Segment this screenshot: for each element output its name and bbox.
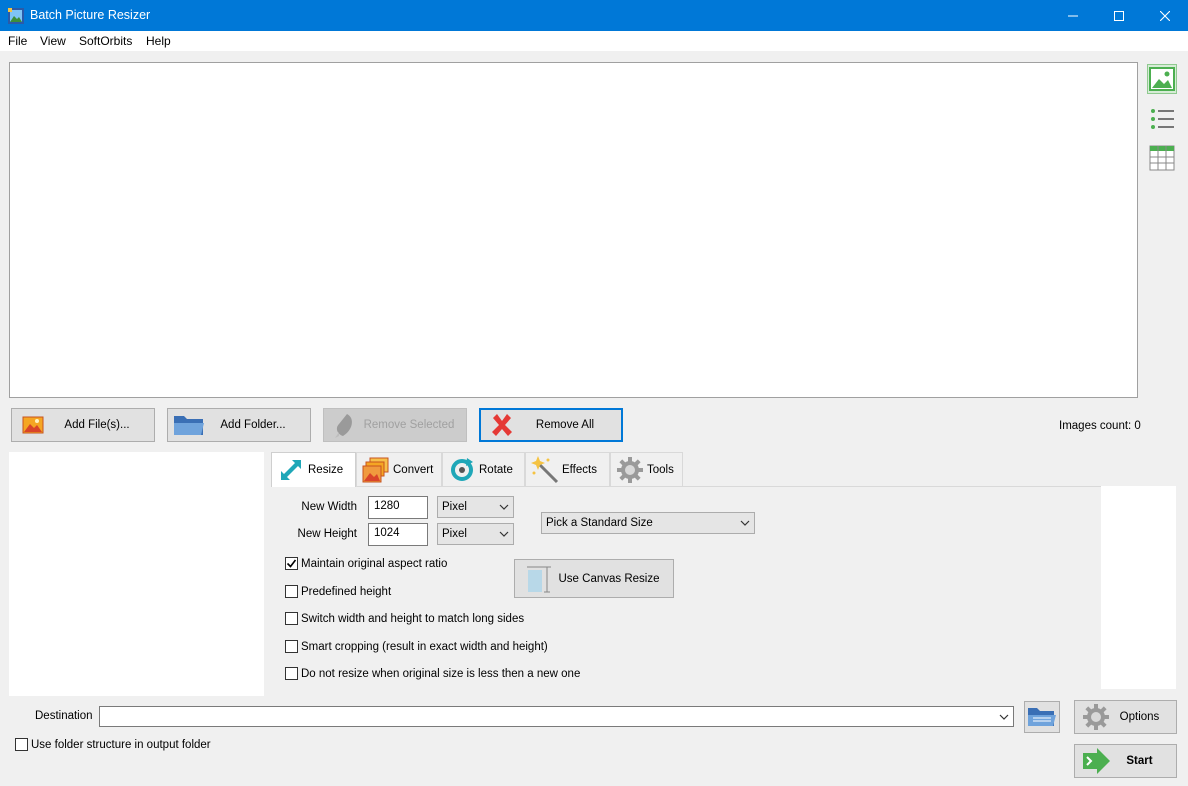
remove-x-icon: [485, 410, 519, 440]
width-unit-select[interactable]: Pixel: [437, 496, 514, 518]
tab-tools[interactable]: Tools: [610, 452, 683, 486]
start-label: Start: [1126, 755, 1153, 767]
standard-size-value: Pick a Standard Size: [546, 517, 653, 529]
eraser-icon: [328, 410, 362, 440]
options-button[interactable]: Options: [1074, 700, 1177, 734]
smart-cropping-checkbox[interactable]: Smart cropping (result in exact width an…: [285, 640, 548, 653]
image-file-icon: [16, 410, 50, 440]
minimize-button[interactable]: [1050, 0, 1096, 31]
use-canvas-resize-button[interactable]: Use Canvas Resize: [514, 559, 674, 598]
menu-softorbits[interactable]: SoftOrbits: [79, 34, 132, 48]
tab-convert-label: Convert: [393, 463, 434, 476]
tab-effects[interactable]: Effects: [525, 452, 610, 486]
image-view-icon[interactable]: [1147, 64, 1177, 94]
tab-rotate[interactable]: Rotate: [442, 452, 525, 486]
images-count: Images count: 0: [1059, 420, 1141, 432]
convert-images-icon: [361, 455, 391, 485]
height-unit-select[interactable]: Pixel: [437, 523, 514, 545]
table-view-icon[interactable]: [1147, 143, 1177, 173]
predefined-height-label: Predefined height: [301, 585, 392, 598]
image-list-area[interactable]: [9, 62, 1138, 398]
rotate-icon: [447, 455, 477, 485]
new-width-label: New Width: [301, 501, 357, 513]
folder-structure-label: Use folder structure in output folder: [31, 738, 211, 751]
tab-convert[interactable]: Convert: [356, 452, 442, 486]
checkbox-box[interactable]: [285, 585, 298, 598]
width-unit-value: Pixel: [442, 501, 467, 513]
predefined-height-checkbox[interactable]: Predefined height: [285, 585, 391, 598]
app-icon: [8, 8, 24, 24]
preview-panel: [9, 452, 264, 696]
chevron-down-icon: [499, 531, 509, 537]
browse-folder-button[interactable]: [1024, 701, 1060, 733]
gear-icon: [1079, 702, 1113, 732]
destination-input[interactable]: [99, 706, 1014, 727]
close-button[interactable]: [1142, 0, 1188, 31]
use-canvas-resize-label: Use Canvas Resize: [558, 572, 660, 585]
options-label: Options: [1119, 711, 1160, 723]
remove-selected-label: Remove Selected: [363, 419, 455, 431]
new-height-label: New Height: [297, 528, 357, 540]
title-bar: Batch Picture Resizer: [0, 0, 1188, 31]
magic-wand-icon: [530, 455, 560, 485]
side-preview-panel: [1101, 486, 1176, 689]
chevron-down-icon: [499, 504, 509, 510]
destination-label: Destination: [35, 710, 93, 722]
folder-structure-checkbox[interactable]: Use folder structure in output folder: [15, 738, 211, 751]
open-folder-icon: [1028, 708, 1056, 726]
new-width-input[interactable]: 1280: [368, 496, 428, 519]
no-upscale-checkbox[interactable]: Do not resize when original size is less…: [285, 667, 580, 680]
tab-effects-label: Effects: [562, 463, 597, 476]
maintain-aspect-checkbox[interactable]: Maintain original aspect ratio: [285, 557, 447, 570]
switch-sides-checkbox[interactable]: Switch width and height to match long si…: [285, 612, 524, 625]
canvas-icon: [521, 562, 557, 596]
folder-icon: [172, 410, 206, 440]
tab-resize[interactable]: Resize: [271, 452, 356, 487]
start-button[interactable]: Start: [1074, 744, 1177, 778]
chevron-down-icon[interactable]: [999, 713, 1009, 721]
switch-sides-label: Switch width and height to match long si…: [301, 612, 525, 625]
checkbox-box[interactable]: [285, 557, 298, 570]
start-arrow-icon: [1079, 746, 1113, 776]
checkbox-box[interactable]: [285, 667, 298, 680]
add-files-label: Add File(s)...: [64, 419, 130, 431]
remove-all-label: Remove All: [535, 419, 595, 431]
checkbox-box[interactable]: [285, 612, 298, 625]
checkbox-box[interactable]: [15, 738, 28, 751]
add-folder-label: Add Folder...: [220, 419, 286, 431]
tab-resize-label: Resize: [308, 464, 344, 476]
chevron-down-icon: [740, 520, 750, 526]
resize-arrows-icon: [276, 455, 306, 485]
window-title: Batch Picture Resizer: [30, 8, 151, 22]
checkmark-icon: [286, 559, 297, 568]
remove-selected-button[interactable]: Remove Selected: [323, 408, 467, 442]
menu-view[interactable]: View: [40, 34, 66, 48]
menu-help[interactable]: Help: [146, 34, 171, 48]
tab-tools-label: Tools: [647, 463, 674, 476]
new-height-input[interactable]: 1024: [368, 523, 428, 546]
no-upscale-label: Do not resize when original size is less…: [301, 667, 581, 680]
maintain-aspect-label: Maintain original aspect ratio: [301, 557, 448, 570]
add-folder-button[interactable]: Add Folder...: [167, 408, 311, 442]
remove-all-button[interactable]: Remove All: [479, 408, 623, 442]
add-files-button[interactable]: Add File(s)...: [11, 408, 155, 442]
standard-size-select[interactable]: Pick a Standard Size: [541, 512, 755, 534]
checkbox-box[interactable]: [285, 640, 298, 653]
gear-icon: [615, 455, 645, 485]
menu-bar: File View SoftOrbits Help: [0, 31, 1188, 51]
maximize-button[interactable]: [1096, 0, 1142, 31]
list-view-icon[interactable]: [1147, 104, 1177, 134]
menu-file[interactable]: File: [8, 34, 27, 48]
smart-cropping-label: Smart cropping (result in exact width an…: [301, 640, 548, 653]
height-unit-value: Pixel: [442, 528, 467, 540]
tab-rotate-label: Rotate: [479, 463, 513, 476]
